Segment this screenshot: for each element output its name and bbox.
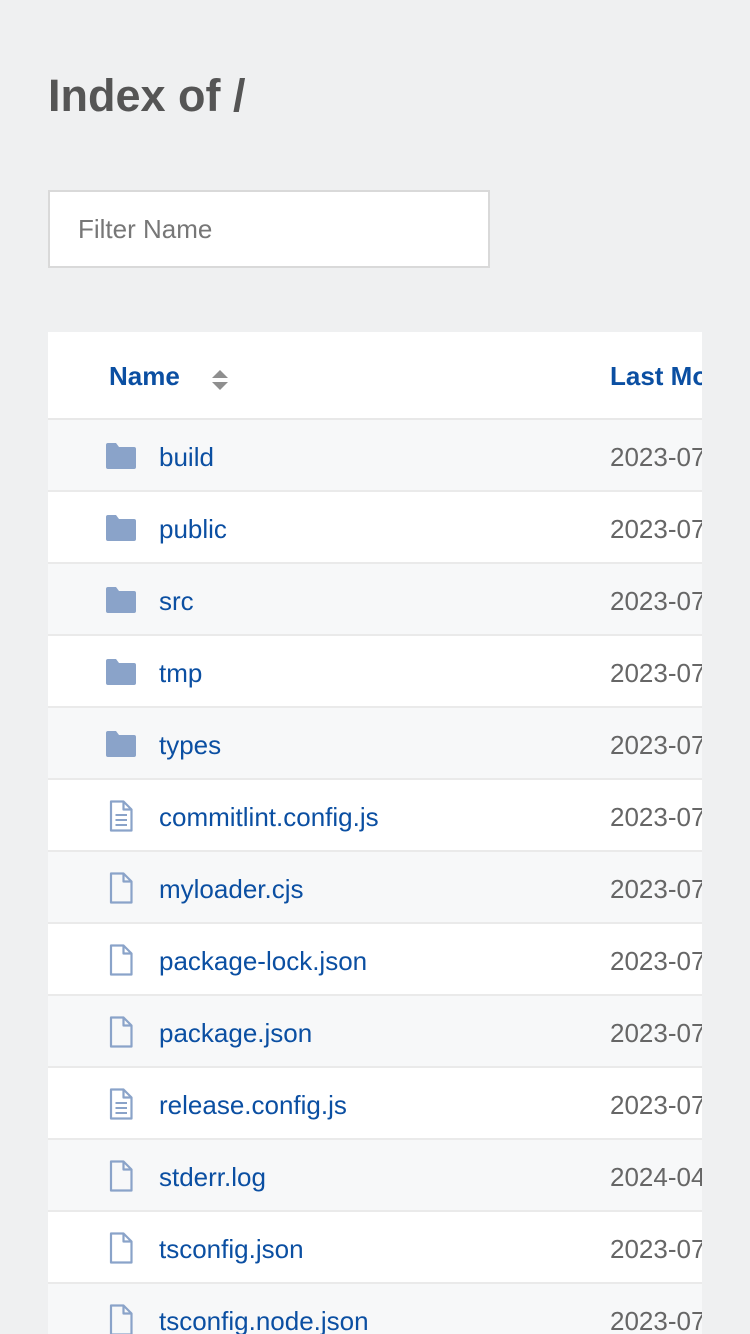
last-modified-cell: 2024-04	[610, 1162, 702, 1192]
folder-icon	[104, 511, 138, 545]
last-modified-cell: 2023-07	[610, 586, 702, 616]
file-link[interactable]: release.config.js	[159, 1088, 347, 1122]
table-row[interactable]: commitlint.config.js 2023-07	[48, 780, 702, 852]
table-row[interactable]: tsconfig.json 2023-07	[48, 1212, 702, 1284]
table-row[interactable]: public 2023-07	[48, 492, 702, 564]
page-title: Index of /	[48, 70, 246, 121]
sort-icon[interactable]	[210, 368, 230, 392]
folder-icon	[104, 583, 138, 617]
file-link[interactable]: package.json	[159, 1016, 312, 1050]
folder-icon	[104, 655, 138, 689]
file-icon	[104, 871, 138, 905]
table-row[interactable]: release.config.js 2023-07	[48, 1068, 702, 1140]
last-modified-cell: 2023-07	[610, 1090, 702, 1120]
folder-link[interactable]: src	[159, 584, 194, 618]
file-icon	[104, 1015, 138, 1049]
filter-name-input[interactable]	[48, 190, 490, 268]
last-modified-cell: 2023-07	[610, 802, 702, 832]
last-modified-cell: 2023-07	[610, 874, 702, 904]
table-row[interactable]: build 2023-07	[48, 420, 702, 492]
file-icon	[104, 1231, 138, 1265]
file-link[interactable]: package-lock.json	[159, 944, 367, 978]
table-row[interactable]: package.json 2023-07	[48, 996, 702, 1068]
table-row[interactable]: myloader.cjs 2023-07	[48, 852, 702, 924]
file-icon	[104, 1303, 138, 1334]
last-modified-cell: 2023-07	[610, 946, 702, 976]
folder-link[interactable]: tmp	[159, 656, 202, 690]
file-link[interactable]: commitlint.config.js	[159, 800, 379, 834]
last-modified-cell: 2023-07	[610, 514, 702, 544]
folder-icon	[104, 727, 138, 761]
file-link[interactable]: tsconfig.node.json	[159, 1304, 369, 1334]
folder-link[interactable]: types	[159, 728, 221, 762]
last-modified-cell: 2023-07	[610, 1306, 702, 1334]
last-modified-cell: 2023-07	[610, 658, 702, 688]
last-modified-cell: 2023-07	[610, 442, 702, 472]
text-file-icon	[104, 1087, 138, 1121]
file-link[interactable]: tsconfig.json	[159, 1232, 304, 1266]
table-row[interactable]: types 2023-07	[48, 708, 702, 780]
file-list: build 2023-07 public 2023-07 src 2023-07 tmp 20…	[48, 420, 702, 1334]
table-row[interactable]: src 2023-07	[48, 564, 702, 636]
file-table: Name Last Mo build 2023-07 public 2023-07 sr…	[48, 332, 702, 1334]
folder-link[interactable]: public	[159, 512, 227, 546]
table-header: Name Last Mo	[48, 332, 702, 420]
folder-icon	[104, 439, 138, 473]
last-modified-column-header[interactable]: Last Mo	[610, 360, 702, 392]
table-row[interactable]: tmp 2023-07	[48, 636, 702, 708]
file-icon	[104, 1159, 138, 1193]
name-column-header[interactable]: Name	[109, 360, 180, 392]
file-link[interactable]: myloader.cjs	[159, 872, 304, 906]
last-modified-cell: 2023-07	[610, 1234, 702, 1264]
file-link[interactable]: stderr.log	[159, 1160, 266, 1194]
table-row[interactable]: package-lock.json 2023-07	[48, 924, 702, 996]
folder-link[interactable]: build	[159, 440, 214, 474]
last-modified-cell: 2023-07	[610, 730, 702, 760]
file-icon	[104, 943, 138, 977]
last-modified-cell: 2023-07	[610, 1018, 702, 1048]
table-row[interactable]: tsconfig.node.json 2023-07	[48, 1284, 702, 1334]
table-row[interactable]: stderr.log 2024-04	[48, 1140, 702, 1212]
text-file-icon	[104, 799, 138, 833]
